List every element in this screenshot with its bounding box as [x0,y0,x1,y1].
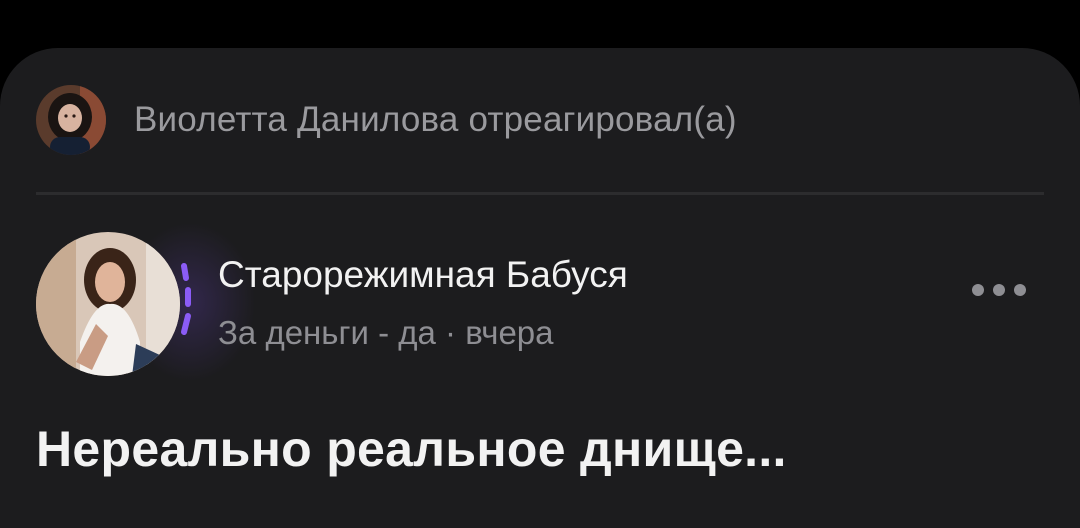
group-avatar[interactable] [36,232,180,376]
reaction-notice[interactable]: Виолетта Данилова отреагировал(а) [36,84,737,156]
more-dot [972,284,984,296]
more-dot [1014,284,1026,296]
reactor-avatar[interactable] [36,85,106,155]
divider [36,192,1044,195]
post-header: Старорежимная Бабуся За деньги - да · вч… [36,222,1044,382]
story-ring-icon [181,263,191,335]
more-options-button[interactable] [972,278,1026,302]
post-meta: За деньги - да · вчера [218,314,554,351]
group-name[interactable]: Старорежимная Бабуся [218,254,628,296]
reaction-text: Виолетта Данилова отреагировал(а) [134,100,737,139]
more-dot [993,284,1005,296]
post-text: Нереально реальное днище... [36,421,787,477]
